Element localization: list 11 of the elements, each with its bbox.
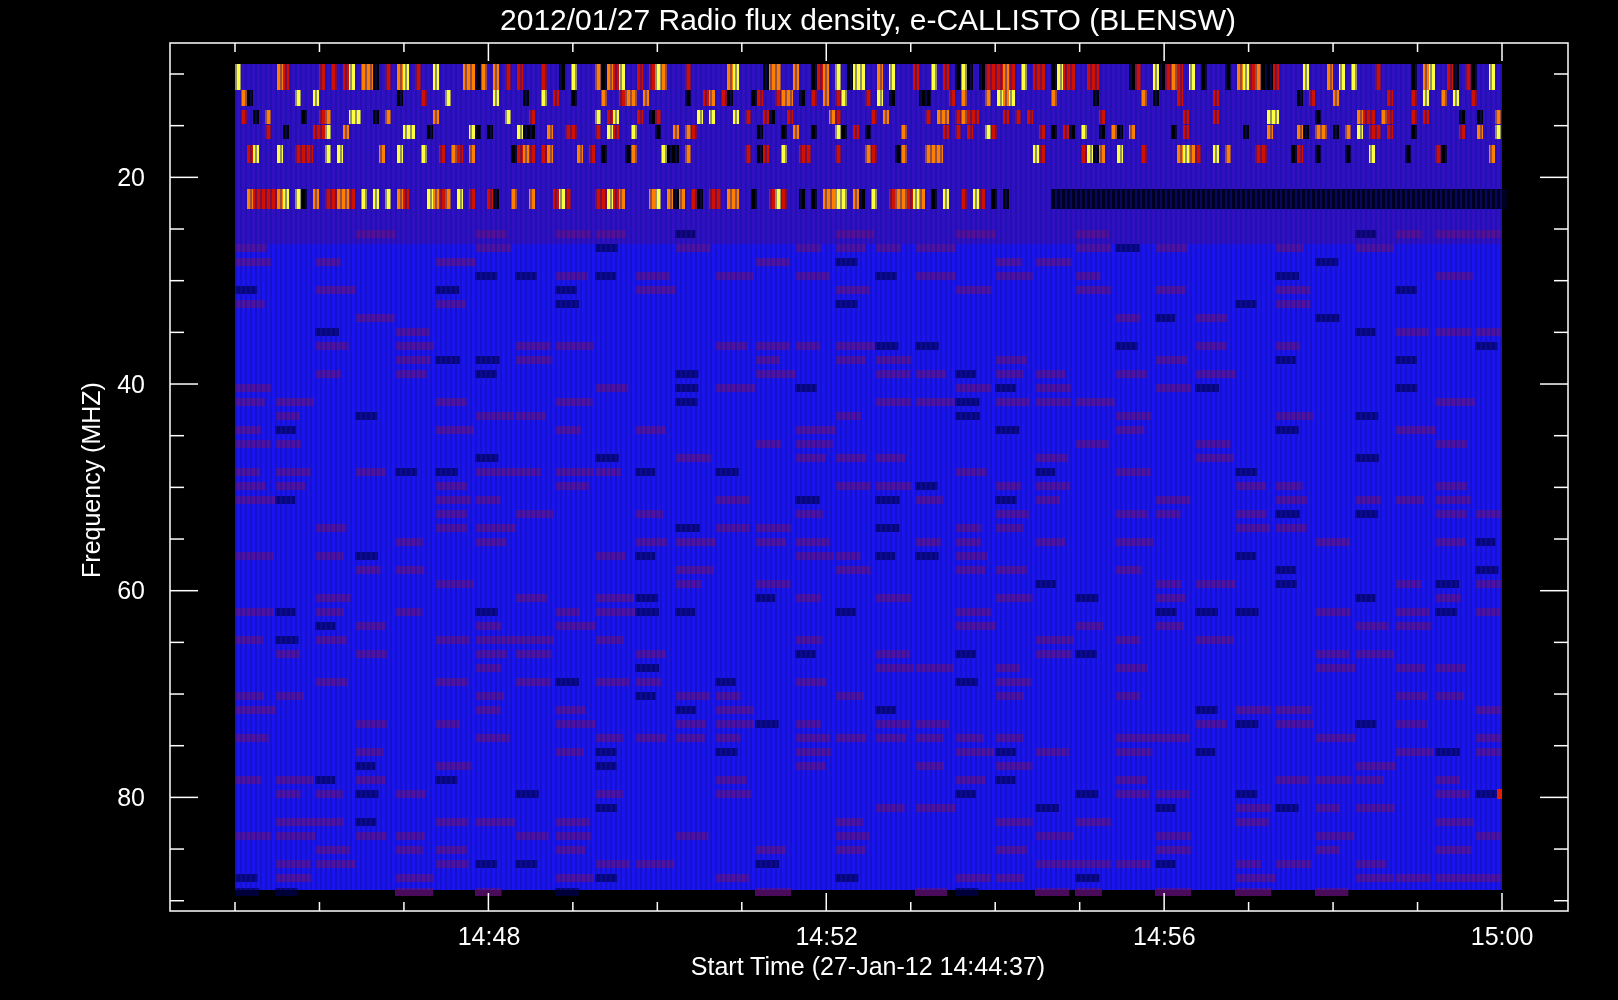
y-tick-label: 60 [117,576,145,605]
x-tick-label: 15:00 [1470,922,1534,950]
y-tick-label: 20 [117,163,145,191]
x-tick-label: 14:48 [457,922,521,950]
y-axis-label: Frequency (MHZ) [77,382,105,578]
y-tick-label: 40 [117,369,145,398]
x-axis-label: Start Time (27-Jan-12 14:44:37) [690,952,1046,980]
chart-title: 2012/01/27 Radio flux density, e-CALLISTO (BLENSW) [500,3,1236,36]
y-tick-label: 80 [117,783,145,812]
x-tick-label: 14:52 [795,922,858,950]
x-tick-label: 14:56 [1133,922,1196,950]
